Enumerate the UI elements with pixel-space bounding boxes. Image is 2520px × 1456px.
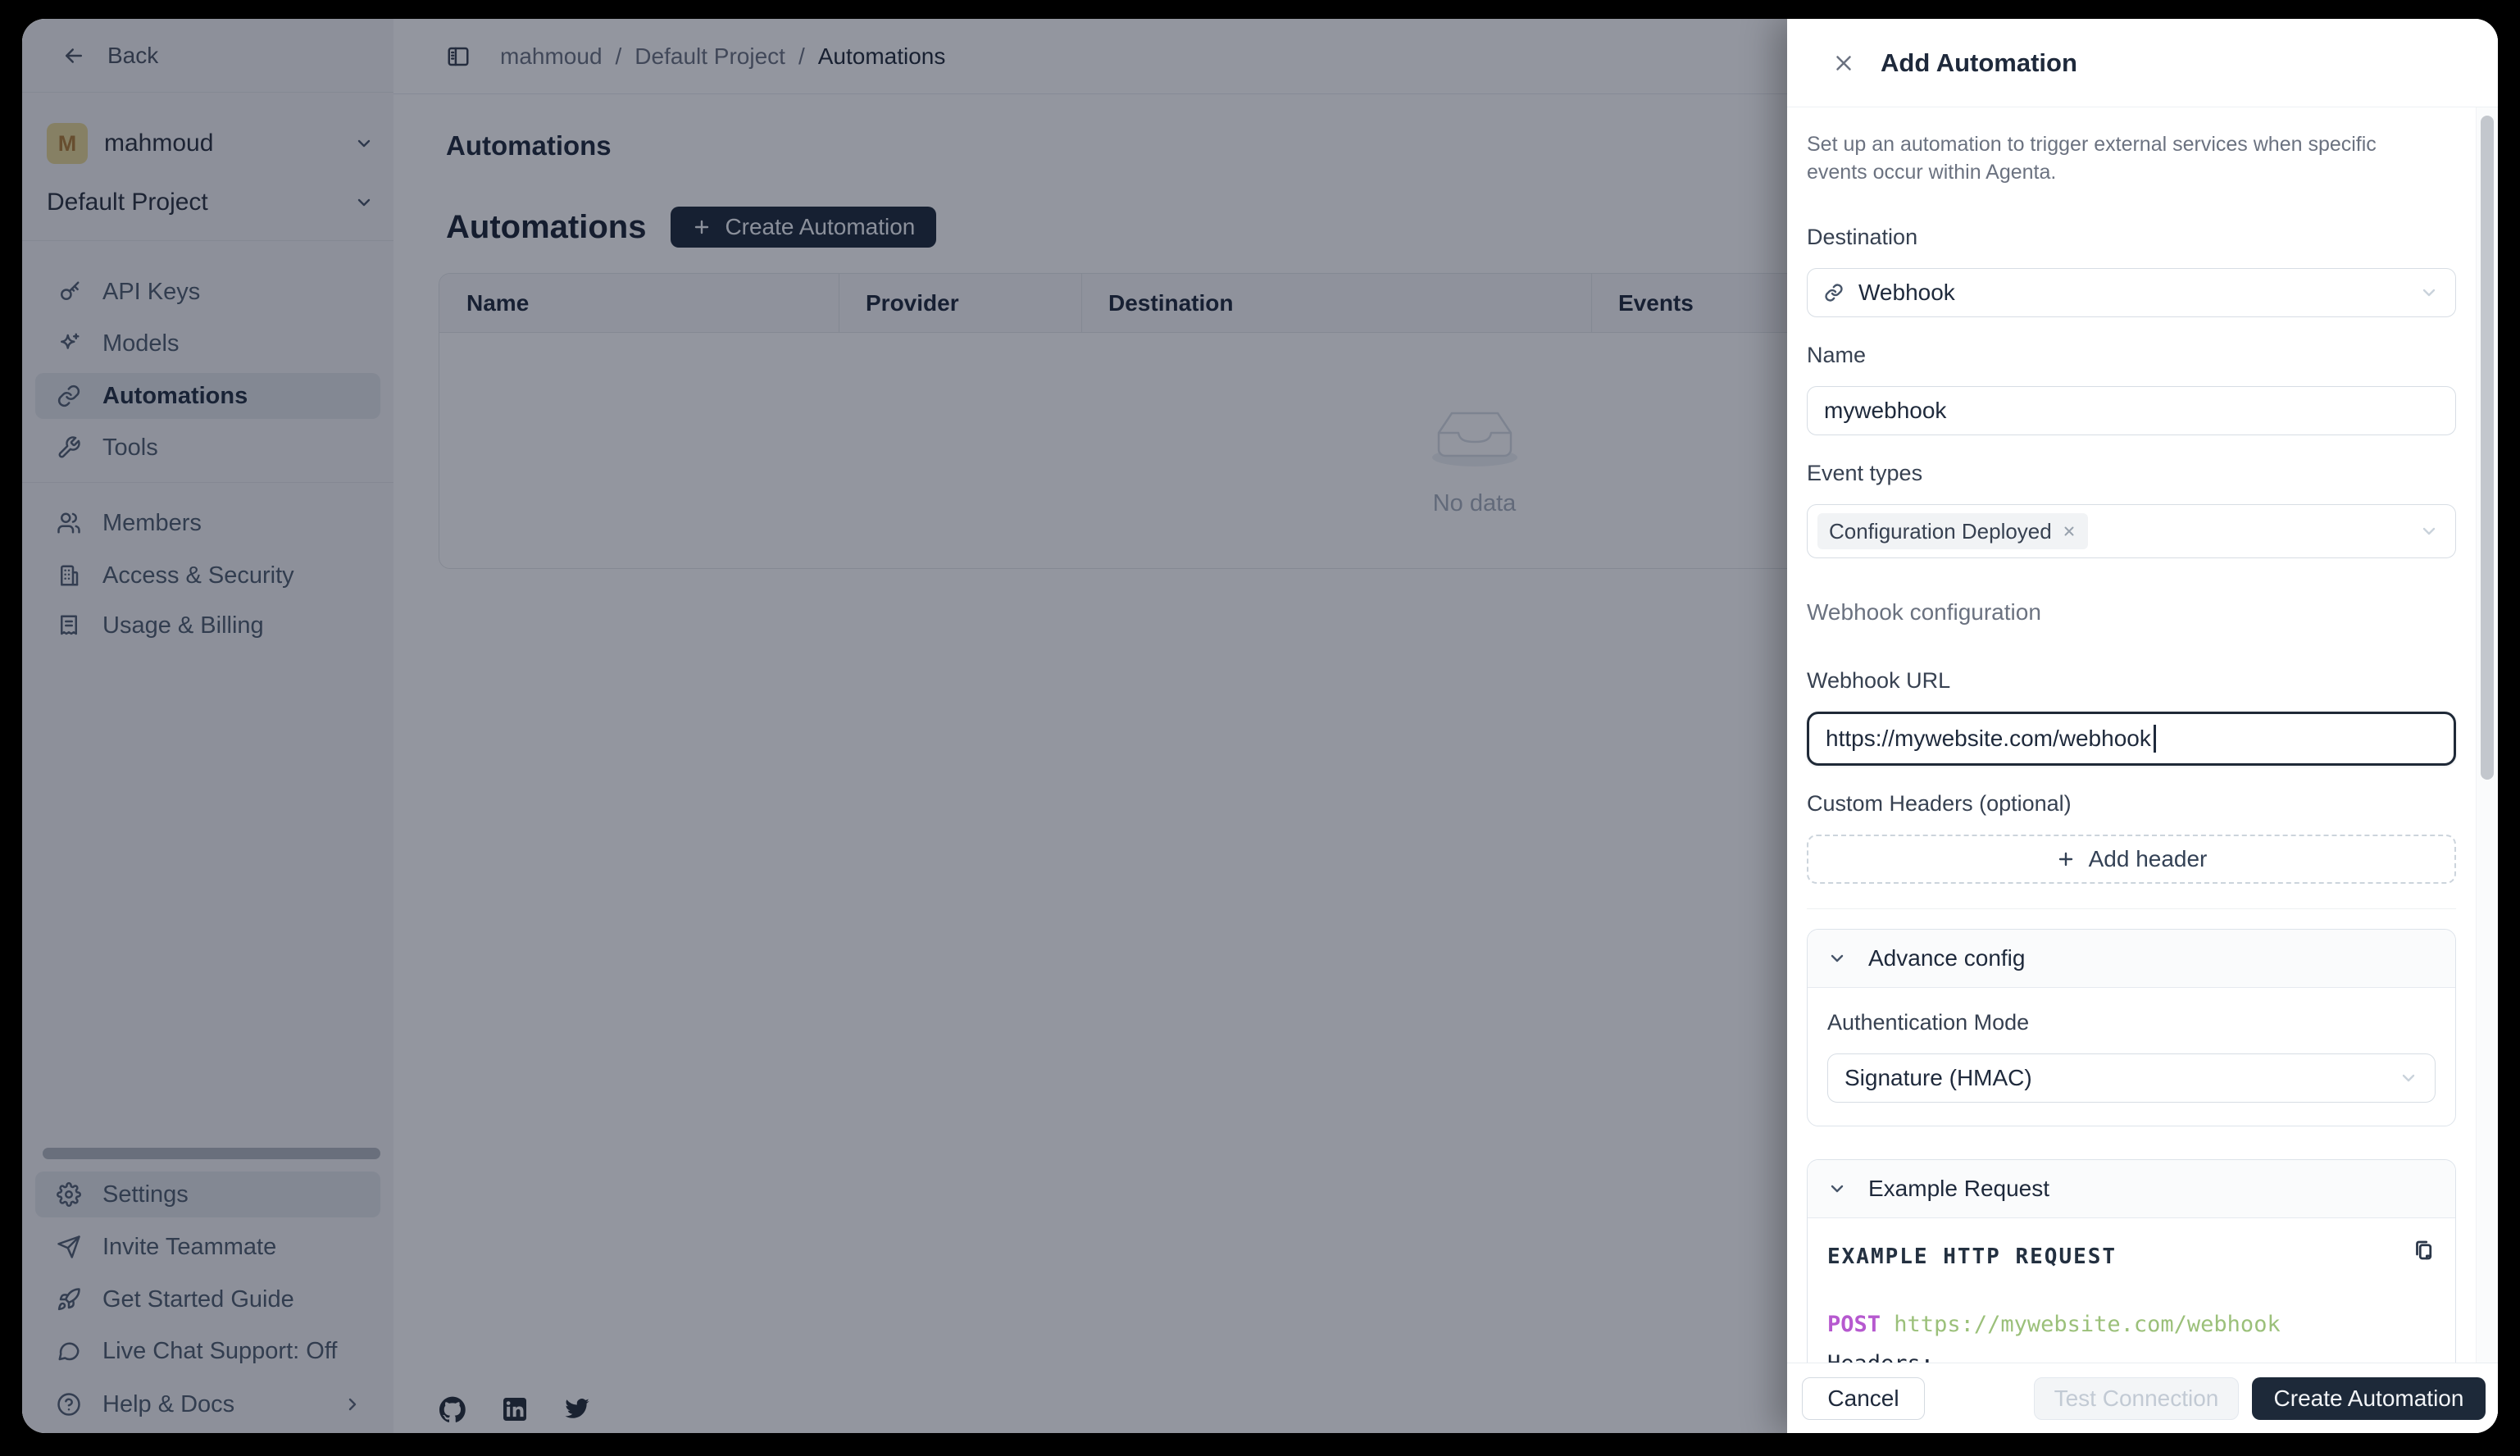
event-type-tag: Configuration Deployed <box>1817 513 2088 549</box>
copy-icon[interactable] <box>2411 1238 2436 1263</box>
chevron-down-icon <box>1827 949 1847 968</box>
http-method: POST <box>1827 1312 1881 1337</box>
webhook-url-value: https://mywebsite.com/webhook <box>1826 726 2151 752</box>
destination-select[interactable]: Webhook <box>1807 268 2456 317</box>
drawer-header: Add Automation <box>1787 19 2498 107</box>
drawer-scrollbar[interactable] <box>2476 107 2498 1363</box>
advance-config-panel: Advance config Authentication Mode Signa… <box>1807 929 2456 1126</box>
chevron-down-icon <box>2419 283 2439 303</box>
authentication-mode-value: Signature (HMAC) <box>1845 1065 2032 1091</box>
drawer-overlay-mask[interactable] <box>22 19 1787 1433</box>
chevron-down-icon <box>2419 521 2439 541</box>
text-cursor <box>2154 725 2156 753</box>
advance-config-header[interactable]: Advance config <box>1808 930 2455 988</box>
add-automation-drawer: Add Automation Set up an automation to t… <box>1787 19 2498 1433</box>
desktop-background: Back M mahmoud Default Project API Keys … <box>0 0 2520 1456</box>
cancel-button[interactable]: Cancel <box>1802 1377 1925 1420</box>
example-request-header[interactable]: Example Request <box>1808 1160 2455 1218</box>
create-automation-submit-button[interactable]: Create Automation <box>2252 1377 2486 1420</box>
test-connection-button[interactable]: Test Connection <box>2034 1377 2239 1420</box>
app-window: Back M mahmoud Default Project API Keys … <box>22 19 2498 1433</box>
example-request-line: POST https://mywebsite.com/webhook <box>1827 1310 2436 1340</box>
destination-value: Webhook <box>1858 280 1955 306</box>
chevron-down-icon <box>2399 1068 2418 1088</box>
tag-remove-icon[interactable] <box>2062 524 2076 539</box>
name-input[interactable]: mywebhook <box>1807 386 2456 435</box>
example-request-panel: Example Request EXAMPLE HTTP REQUEST POS… <box>1807 1159 2456 1363</box>
divider <box>1807 908 2456 909</box>
webhook-url-input[interactable]: https://mywebsite.com/webhook <box>1807 712 2456 766</box>
drawer-body: Set up an automation to trigger external… <box>1787 107 2476 1363</box>
event-types-label: Event types <box>1807 458 2456 488</box>
webhook-url-label: Webhook URL <box>1807 666 2456 695</box>
add-header-button[interactable]: Add header <box>1807 835 2456 884</box>
drawer-description: Set up an automation to trigger external… <box>1807 130 2413 186</box>
scrollbar-thumb[interactable] <box>2481 116 2494 780</box>
event-types-select[interactable]: Configuration Deployed <box>1807 504 2456 558</box>
destination-label: Destination <box>1807 222 2456 252</box>
authentication-mode-select[interactable]: Signature (HMAC) <box>1827 1053 2436 1103</box>
plus-icon <box>2056 849 2076 869</box>
chevron-down-icon <box>1827 1179 1847 1199</box>
request-url: https://mywebsite.com/webhook <box>1894 1312 2280 1337</box>
example-http-request-heading: EXAMPLE HTTP REQUEST <box>1827 1238 2117 1269</box>
close-icon[interactable] <box>1831 51 1856 75</box>
drawer-title: Add Automation <box>1881 48 2077 78</box>
name-value: mywebhook <box>1824 398 1946 424</box>
drawer-footer: Cancel Test Connection Create Automation <box>1787 1363 2498 1433</box>
link-icon <box>1824 283 1844 303</box>
custom-headers-label: Custom Headers (optional) <box>1807 789 2456 818</box>
webhook-configuration-heading: Webhook configuration <box>1807 598 2456 627</box>
example-request-next-line: Headers: <box>1827 1349 2436 1363</box>
name-label: Name <box>1807 340 2456 370</box>
authentication-mode-label: Authentication Mode <box>1827 1008 2436 1037</box>
